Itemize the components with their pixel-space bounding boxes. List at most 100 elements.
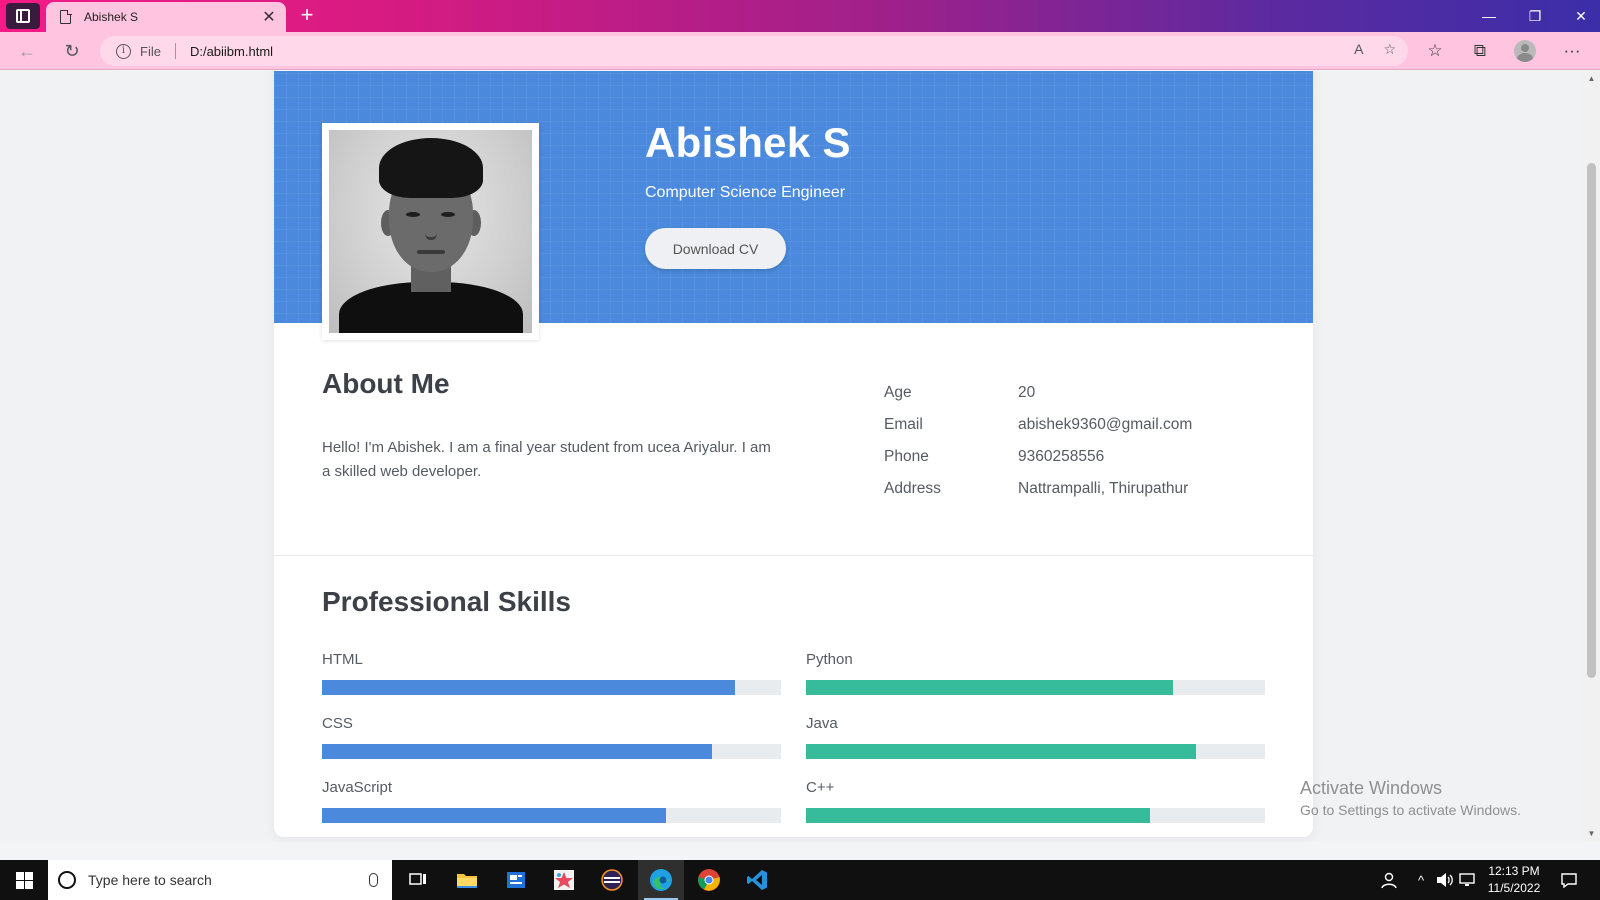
skill-cpp: C++ xyxy=(806,779,1265,823)
skill-track xyxy=(806,680,1265,695)
profile-photo-frame xyxy=(322,123,539,340)
skill-python: Python xyxy=(806,651,1265,695)
favorites-icon[interactable]: ☆ xyxy=(1420,37,1450,65)
info-row-email: Email abishek9360@gmail.com xyxy=(884,416,1192,448)
windows-logo-icon xyxy=(15,871,33,889)
skill-label: C++ xyxy=(806,779,835,796)
taskbar-clock[interactable]: 12:13 PM 11/5/2022 xyxy=(1478,863,1550,897)
info-value: 9360258556 xyxy=(1018,448,1105,465)
tray-overflow-icon[interactable]: ^ xyxy=(1418,860,1424,900)
skill-label: JavaScript xyxy=(322,779,393,796)
tab-close-icon[interactable]: ✕ xyxy=(258,7,280,27)
address-bar[interactable]: i File D:/abiibm.html A ☆ xyxy=(100,36,1408,66)
network-icon[interactable] xyxy=(1458,860,1476,900)
about-text: Hello! I'm Abishek. I am a final year st… xyxy=(322,439,771,480)
skill-track xyxy=(806,744,1265,759)
download-cv-button[interactable]: Download CV xyxy=(645,228,786,269)
watermark-line1: Activate Windows xyxy=(1300,778,1443,798)
skill-fill xyxy=(322,680,736,695)
profile-photo xyxy=(329,130,532,333)
chrome-icon[interactable] xyxy=(694,865,724,895)
tab-title: Abishek S xyxy=(84,10,139,24)
skill-label: HTML xyxy=(322,651,363,668)
skill-html: HTML xyxy=(322,651,781,695)
profile-avatar-icon xyxy=(1514,40,1536,62)
news-icon[interactable] xyxy=(501,865,531,895)
volume-icon[interactable] xyxy=(1436,860,1454,900)
scroll-down-icon[interactable]: ▼ xyxy=(1587,829,1596,838)
skill-label: Python xyxy=(806,651,853,668)
scroll-up-icon[interactable]: ▲ xyxy=(1587,74,1596,83)
address-separator xyxy=(174,43,176,59)
paint-icon[interactable] xyxy=(549,865,579,895)
taskbar-search[interactable]: Type here to search xyxy=(48,860,392,900)
new-tab-button[interactable]: + xyxy=(294,3,320,29)
add-favorite-icon[interactable]: ☆ xyxy=(1383,41,1396,58)
skill-java: Java xyxy=(806,715,1265,759)
info-icon[interactable]: i xyxy=(116,43,131,59)
windows-taskbar: Type here to search ^ 12:13 PM 11/5/2022 xyxy=(0,860,1600,900)
skill-fill xyxy=(806,680,1174,695)
scroll-thumb[interactable] xyxy=(1587,163,1596,678)
skills-title: Professional Skills xyxy=(322,586,571,617)
edge-icon[interactable] xyxy=(646,865,676,895)
collections-icon[interactable]: ⧉ xyxy=(1465,37,1495,65)
skill-track xyxy=(322,744,781,759)
skill-fill xyxy=(806,744,1197,759)
profile-name: Abishek S xyxy=(645,119,851,166)
clock-time: 12:13 PM xyxy=(1488,864,1540,878)
info-label: Phone xyxy=(884,448,929,465)
info-row-phone: Phone 9360258556 xyxy=(884,448,1192,480)
skill-track xyxy=(322,808,781,823)
file-explorer-icon[interactable] xyxy=(452,865,482,895)
page-viewport: Abishek S Computer Science Engineer Down… xyxy=(0,71,1583,842)
skill-css: CSS xyxy=(322,715,781,759)
address-url[interactable]: D:/abiibm.html xyxy=(190,44,273,59)
watermark-line2: Go to Settings to activate Windows. xyxy=(1300,802,1521,818)
page-scrollbar[interactable]: ▲ ▼ xyxy=(1583,71,1600,842)
profile-role: Computer Science Engineer xyxy=(645,184,846,201)
address-scheme: File xyxy=(140,43,161,59)
skill-label: CSS xyxy=(322,715,353,732)
start-button[interactable] xyxy=(0,860,48,900)
about-title: About Me xyxy=(322,368,450,399)
skill-label: Java xyxy=(806,715,838,732)
browser-tab[interactable]: Abishek S ✕ xyxy=(46,2,286,32)
task-view-icon[interactable] xyxy=(403,865,433,895)
profile-button[interactable] xyxy=(1510,37,1540,65)
browser-titlebar: Abishek S ✕ + — ❐ ✕ xyxy=(0,0,1600,32)
skill-javascript: JavaScript xyxy=(322,779,781,823)
info-label: Age xyxy=(884,384,912,401)
info-value: Nattrampalli, Thirupathur xyxy=(1018,480,1189,497)
close-window-button[interactable]: ✕ xyxy=(1558,0,1600,32)
personal-info-table: Age 20 Email abishek9360@gmail.com Phone… xyxy=(884,384,1192,512)
info-label: Address xyxy=(884,480,941,497)
back-button[interactable]: ← xyxy=(12,37,42,65)
refresh-button[interactable]: ↻ xyxy=(57,37,87,65)
minimize-button[interactable]: — xyxy=(1466,0,1512,32)
read-aloud-icon[interactable]: A xyxy=(1354,41,1363,58)
info-row-age: Age 20 xyxy=(884,384,1192,416)
skill-fill xyxy=(322,744,713,759)
vscode-icon[interactable] xyxy=(742,865,772,895)
info-value: abishek9360@gmail.com xyxy=(1018,416,1193,433)
notifications-icon[interactable] xyxy=(1560,860,1578,900)
info-label: Email xyxy=(884,416,923,433)
browser-navbar: ← ↻ i File D:/abiibm.html A ☆ ☆ ⧉ ··· xyxy=(0,32,1600,70)
skill-track xyxy=(322,680,781,695)
search-placeholder: Type here to search xyxy=(88,872,212,888)
resume-card: Abishek S Computer Science Engineer Down… xyxy=(274,71,1313,837)
eclipse-icon[interactable] xyxy=(597,865,627,895)
restore-button[interactable]: ❐ xyxy=(1512,0,1558,32)
more-options-icon[interactable]: ··· xyxy=(1557,37,1587,65)
tab-actions-icon xyxy=(16,9,30,23)
tab-actions-button[interactable] xyxy=(6,3,40,29)
info-row-address: Address Nattrampalli, Thirupathur xyxy=(884,480,1192,512)
skill-fill xyxy=(806,808,1151,823)
skill-track xyxy=(806,808,1265,823)
microphone-icon[interactable] xyxy=(369,873,378,887)
info-value: 20 xyxy=(1018,384,1036,401)
people-icon[interactable] xyxy=(1380,860,1398,900)
search-icon xyxy=(58,871,76,889)
section-divider xyxy=(274,555,1313,556)
